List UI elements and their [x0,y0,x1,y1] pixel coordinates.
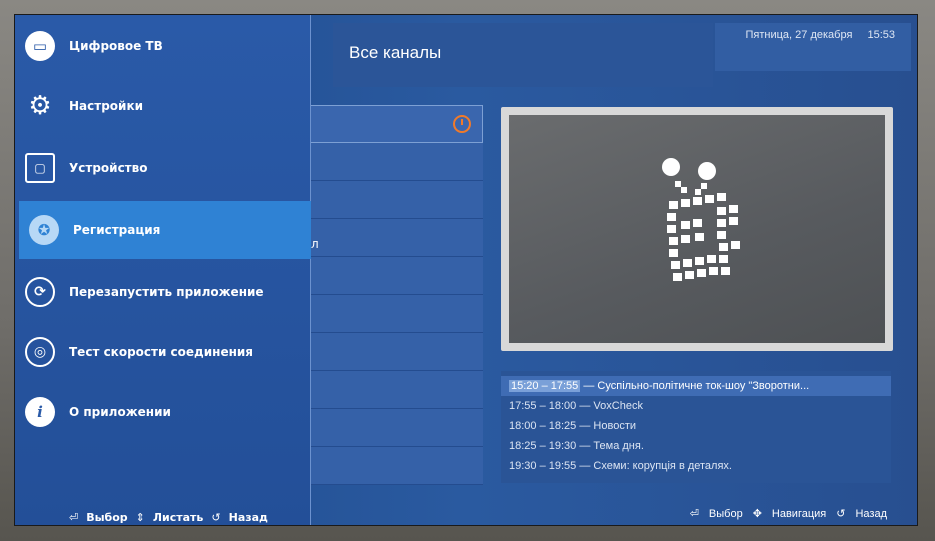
menu-item-label: Перезапустить приложение [69,285,264,299]
channel-row[interactable] [307,181,483,219]
footer-hints-left: ⏎ Выбор ⇕ Листать ↺ Назад [69,511,268,524]
epg-time: 17:55 – 18:00 [509,400,577,412]
channels-title: Все каналы [349,43,442,62]
date-label: Пятница, 27 декабря [745,29,853,41]
tv-screen: Все каналы Пятница, 27 декабря 15:53 л 1… [14,14,918,526]
menu-item-about[interactable]: i О приложении [15,383,311,441]
info-icon: i [25,397,55,427]
channel-row[interactable] [307,257,483,295]
hint-back: Назад [228,511,268,524]
epg-title: Новости [593,420,637,432]
menu-item-label: Тест скорости соединения [69,345,253,359]
menu-item-settings[interactable]: ⚙ Настройки [15,77,311,135]
epg-time: 15:20 – 17:55 [509,380,581,392]
restart-icon: ⟳ [25,277,55,307]
enter-icon: ⏎ [69,511,79,524]
gear-icon: ⚙ [28,91,52,121]
epg-row[interactable]: 17:55 – 18:00 — VoxCheck [509,396,883,416]
time-label: 15:53 [867,29,895,41]
epg-time: 19:30 – 19:55 [509,460,577,472]
history-icon[interactable] [453,115,471,133]
menu-item-digital-tv[interactable]: ▭ Цифровое ТВ [15,17,311,75]
epg-row[interactable]: 19:30 – 19:55 — Схеми: корупція в деталя… [509,456,883,476]
back-icon: ↺ [836,508,846,520]
channel-row[interactable] [307,447,483,485]
epg-title: Суспільно-політичне ток-шоу "Зворотни... [597,380,810,392]
preview-video [509,115,885,343]
hint-navigate: Навигация [771,507,827,520]
epg-time: 18:25 – 19:30 [509,440,577,452]
epg-title: VoxCheck [593,400,643,412]
hint-back: Назад [855,507,887,520]
epg-row[interactable]: 18:00 – 18:25 — Новости [509,416,883,436]
back-icon: ↺ [211,511,221,524]
navigate-icon: ✥ [752,508,762,520]
hint-select: Выбор [708,507,743,520]
channel-row[interactable] [307,333,483,371]
epg-row[interactable]: 15:20 – 17:55 — Суспільно-політичне ток-… [501,376,891,396]
channel-row[interactable] [307,295,483,333]
footer-hints-right: ⏎ Выбор ✥ Навигация ↺ Назад [689,507,887,521]
menu-item-label: Настройки [69,99,144,113]
menu-item-label: О приложении [69,405,171,419]
tv-icon: ▭ [25,31,55,61]
menu-item-label: Устройство [69,161,148,175]
menu-item-registration[interactable]: ✪ Регистрация [19,201,311,259]
channel-row[interactable] [307,371,483,409]
channel-row[interactable] [307,219,483,257]
hint-scroll: Листать [152,511,204,524]
menu-item-device[interactable]: ▢ Устройство [15,139,311,197]
badge-icon: ✪ [29,215,59,245]
channel-row[interactable] [307,143,483,181]
epg-title: Схеми: корупція в деталях. [593,460,732,472]
datetime: Пятница, 27 декабря 15:53 [734,29,896,41]
menu-item-restart[interactable]: ⟳ Перезапустить приложение [15,263,311,321]
tv-logo-icon [662,158,740,281]
menu-item-label: Регистрация [73,223,161,237]
scroll-icon: ⇕ [135,511,145,524]
hint-select: Выбор [86,511,128,524]
epg-title: Тема дня. [593,440,644,452]
epg-time: 18:00 – 18:25 [509,420,577,432]
epg-row[interactable]: 18:25 – 19:30 — Тема дня. [509,436,883,456]
device-icon: ▢ [25,153,55,183]
epg-list: 15:20 – 17:55 — Суспільно-політичне ток-… [501,371,891,483]
speedtest-icon: ◎ [25,337,55,367]
enter-icon: ⏎ [689,508,699,520]
channel-row-text: л [311,237,319,251]
channel-row[interactable] [307,409,483,447]
side-menu: ▭ Цифровое ТВ ⚙ Настройки ▢ Устройство ✪… [15,15,311,525]
channel-preview [501,107,893,351]
menu-item-speedtest[interactable]: ◎ Тест скорости соединения [15,323,311,381]
menu-item-label: Цифровое ТВ [69,39,163,53]
